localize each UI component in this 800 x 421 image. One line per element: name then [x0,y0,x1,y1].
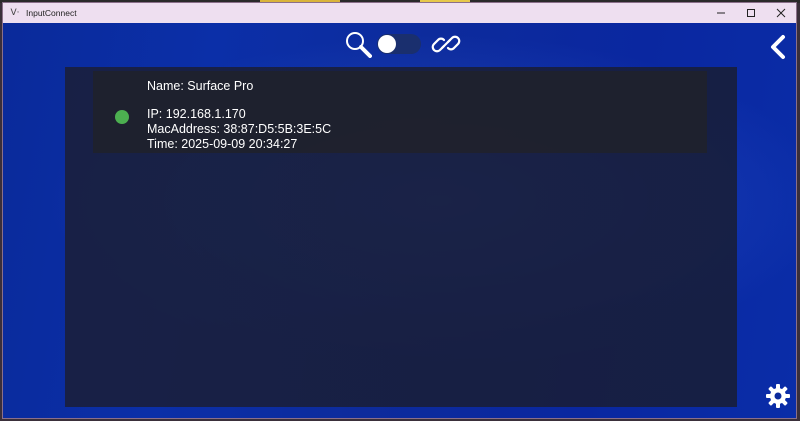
app-window: V· InputConnect Name: Surface Pro IP: 19… [2,2,797,419]
window-title: InputConnect [26,8,77,18]
maximize-icon [747,9,755,17]
connect-button[interactable] [431,29,461,59]
close-button[interactable] [766,3,796,23]
minimize-icon [717,12,725,14]
minimize-button[interactable] [706,3,736,23]
magnifier-icon [346,32,372,58]
chevron-left-icon [771,35,785,59]
device-name: Name: Surface Pro [147,79,254,93]
search-button[interactable] [343,29,373,59]
toolbar [343,29,461,59]
toggle-knob [378,35,396,53]
device-mac: MacAddress: 38:87:D5:5B:3E:5C [147,122,332,136]
device-time: Time: 2025-09-09 20:34:27 [147,137,298,151]
app-content: Name: Surface Pro IP: 192.168.1.170 MacA… [3,23,796,418]
device-list: Name: Surface Pro IP: 192.168.1.170 MacA… [65,67,737,407]
settings-button[interactable] [764,382,792,410]
window-controls [706,3,796,23]
chain-link-icon [431,35,461,53]
status-indicator [115,110,129,124]
device-item[interactable]: Name: Surface Pro IP: 192.168.1.170 MacA… [93,71,707,153]
device-details: Name: Surface Pro IP: 192.168.1.170 MacA… [147,79,331,152]
device-ip: IP: 192.168.1.170 [147,107,246,121]
app-icon: V· [10,8,20,18]
maximize-button[interactable] [736,3,766,23]
close-icon [776,8,786,18]
discovery-toggle[interactable] [377,34,421,54]
back-button[interactable] [766,33,790,61]
gear-icon [766,384,790,408]
title-bar[interactable]: V· InputConnect [3,3,796,23]
